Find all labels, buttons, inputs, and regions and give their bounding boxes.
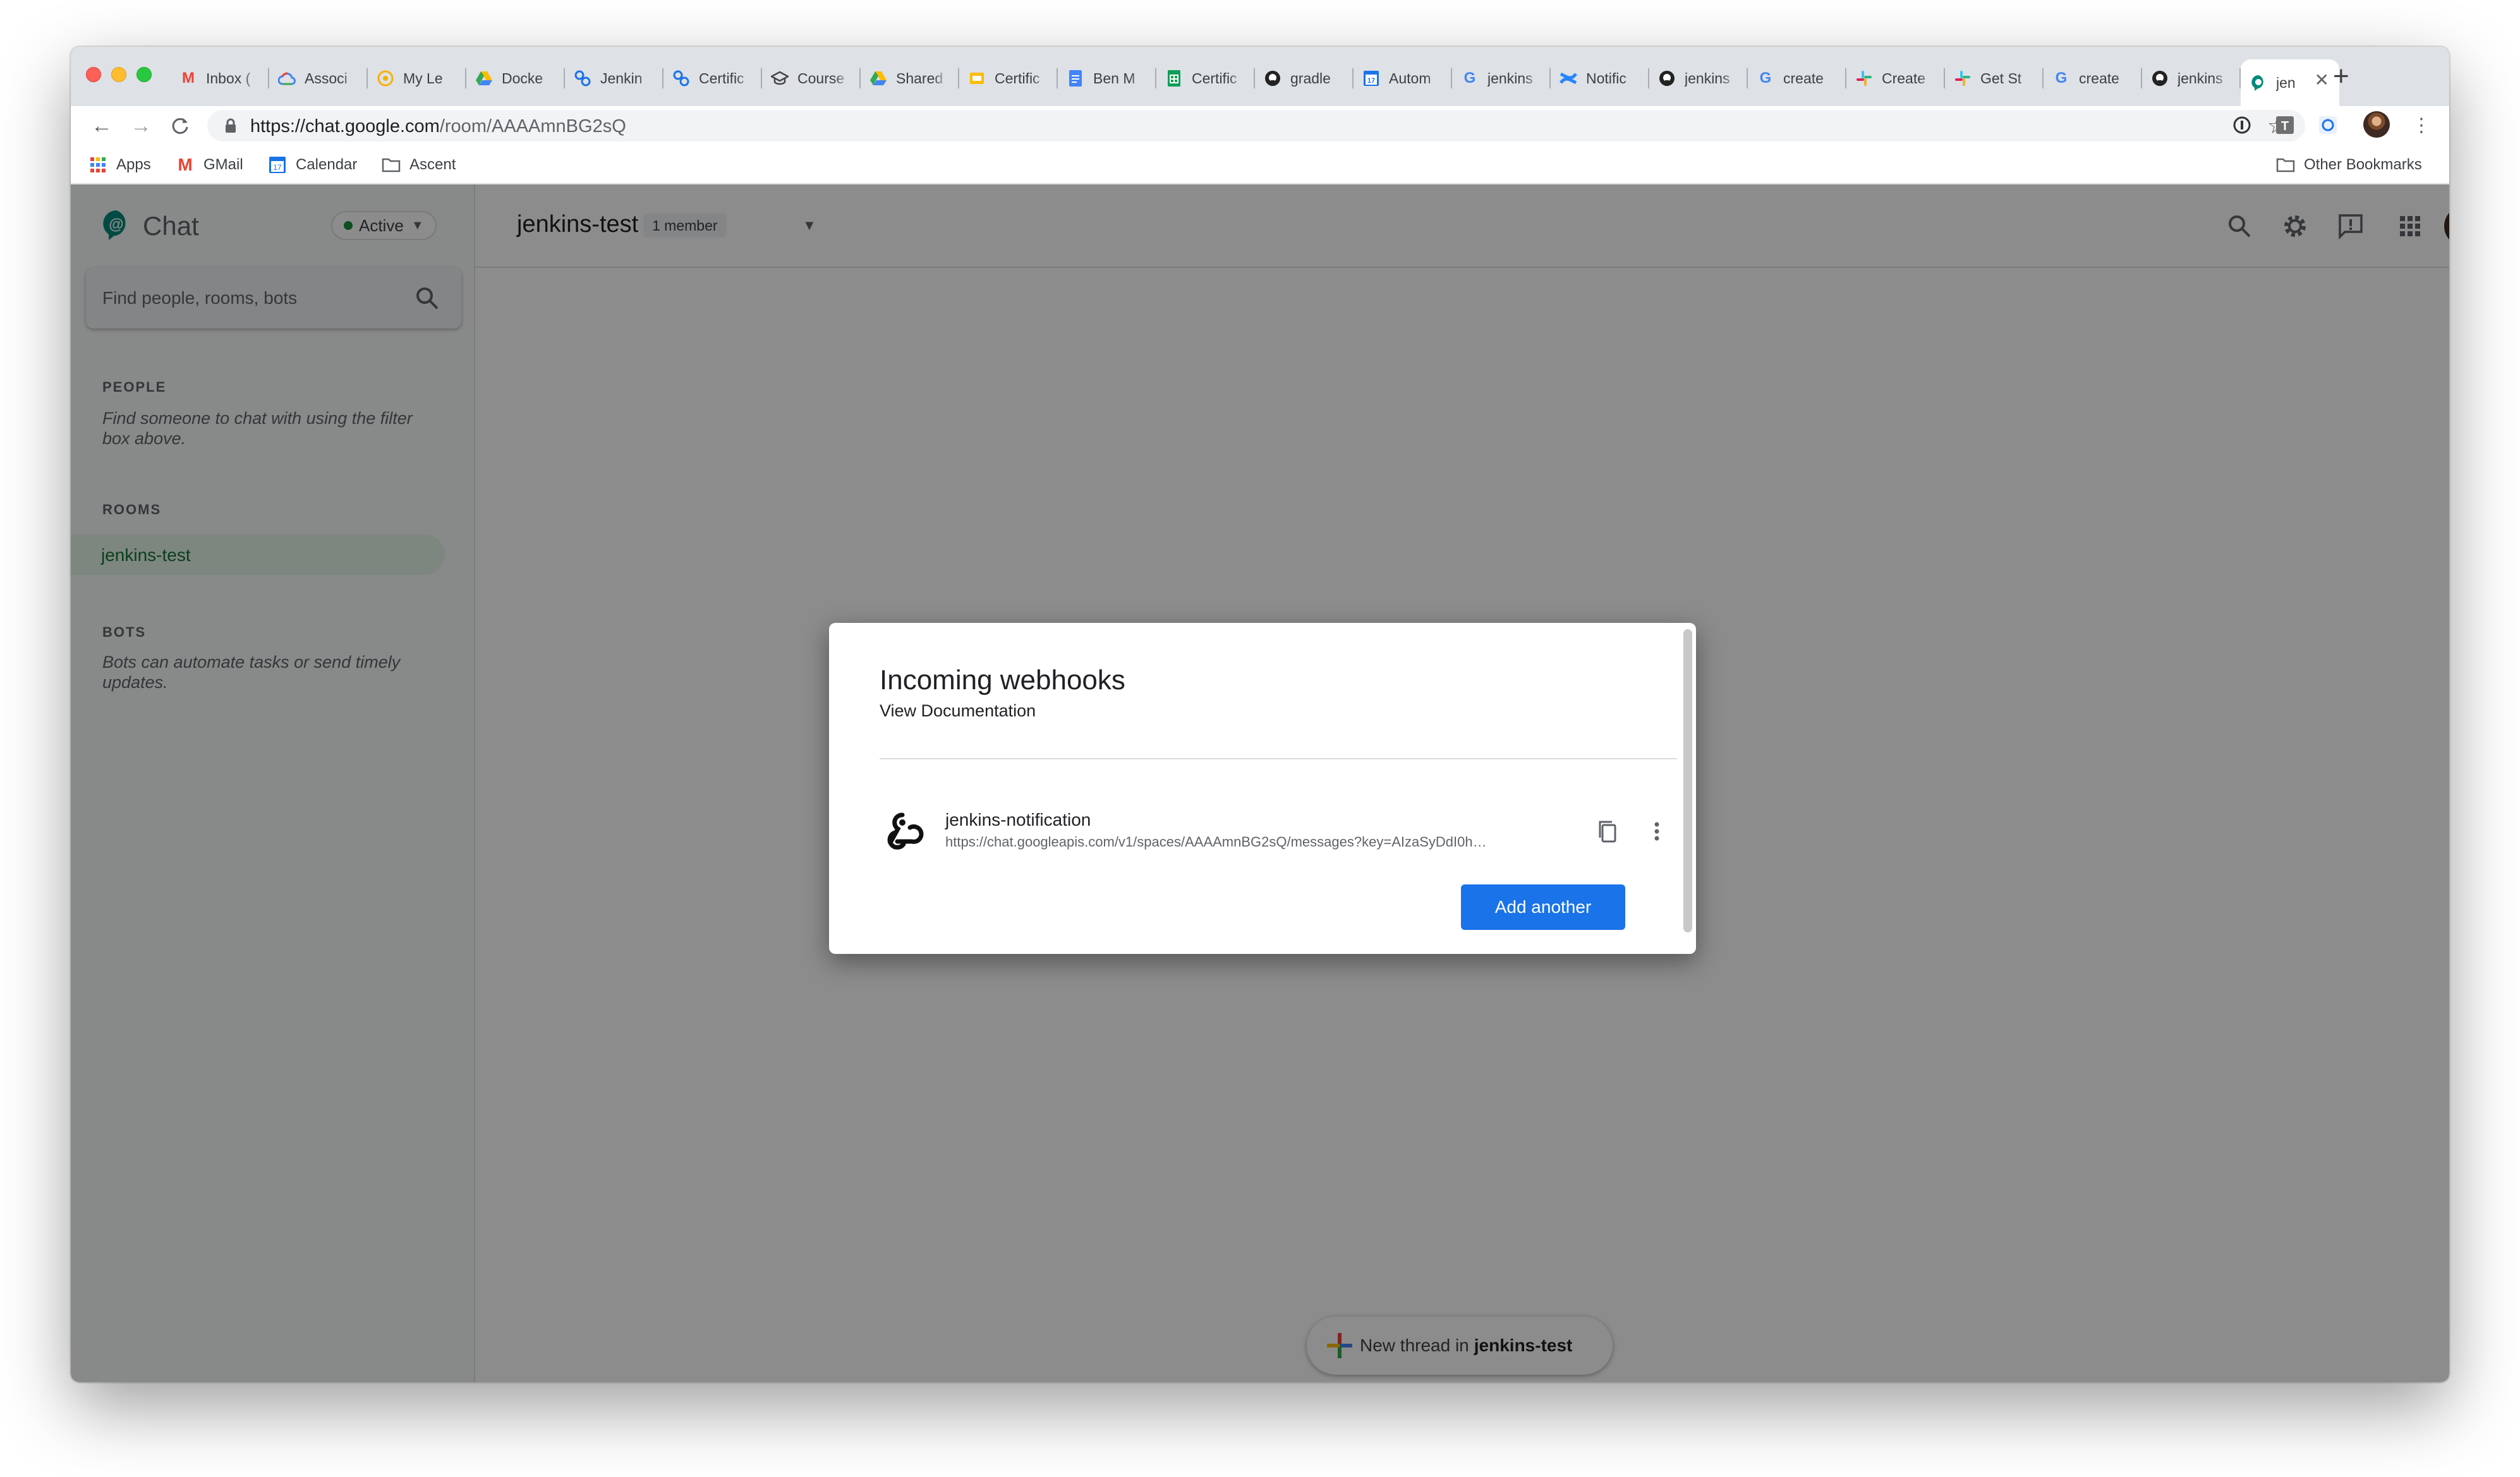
- lock-icon: [226, 118, 236, 133]
- google-chat-icon: [2250, 74, 2267, 92]
- copy-icon[interactable]: [1595, 819, 1620, 844]
- tab-list: M Inbox ( Associ My Le Docke Jenkin Certi…: [171, 59, 2339, 106]
- browser-tab[interactable]: Jenkin: [565, 59, 663, 97]
- browser-profile-avatar[interactable]: [2363, 111, 2390, 138]
- browser-tab[interactable]: Shared: [861, 59, 959, 97]
- browser-tab-active[interactable]: jen ✕: [2241, 59, 2339, 106]
- browser-tab[interactable]: Certific: [663, 59, 762, 97]
- webhook-icon: [887, 812, 924, 850]
- slack-icon: [1855, 69, 1873, 87]
- browser-tab[interactable]: Ben M: [1058, 59, 1156, 97]
- link-icon: [672, 69, 690, 87]
- tab-strip: M Inbox ( Associ My Le Docke Jenkin Certi…: [71, 47, 2449, 106]
- gmail-icon: M: [178, 155, 193, 174]
- back-icon[interactable]: ←: [88, 112, 115, 139]
- sheets-icon: [1165, 69, 1183, 87]
- svg-text:T: T: [2281, 119, 2289, 133]
- browser-tab[interactable]: Gcreate: [1748, 59, 1846, 97]
- github-icon: [1658, 69, 1676, 87]
- google-icon: G: [1759, 69, 1772, 87]
- webhook-url: https://chat.googleapis.com/v1/spaces/AA…: [945, 834, 1495, 850]
- browser-tab[interactable]: Gcreate: [2044, 59, 2142, 97]
- browser-toolbar: ← → https://chat.google.com/room/AAAAmnB…: [71, 106, 2449, 145]
- bookmark-folder-ascent[interactable]: Ascent: [382, 154, 456, 176]
- browser-tab[interactable]: M Inbox (: [171, 59, 269, 97]
- extension-t-icon[interactable]: T: [2272, 112, 2298, 138]
- url-text: https://chat.google.com/room/AAAAmnBG2sQ: [250, 116, 626, 136]
- browser-tab[interactable]: Create: [1846, 59, 1945, 97]
- svg-text:17: 17: [273, 163, 282, 172]
- other-bookmarks[interactable]: Other Bookmarks: [2276, 154, 2422, 176]
- confluence-icon: [1560, 69, 1577, 87]
- webhook-name: jenkins-notification: [945, 810, 1091, 829]
- browser-tab[interactable]: My Le: [368, 59, 466, 97]
- browser-tab[interactable]: Docke: [466, 59, 565, 97]
- dialog-title: Incoming webhooks: [880, 665, 1125, 696]
- calendar-icon: 17: [268, 155, 287, 174]
- browser-tab[interactable]: Associ: [269, 59, 368, 97]
- bookmark-calendar[interactable]: 17 Calendar: [268, 154, 357, 176]
- bookmark-apps[interactable]: Apps: [88, 154, 151, 176]
- google-icon: G: [2055, 69, 2068, 87]
- divider: [880, 758, 1677, 759]
- slides-icon: [968, 69, 986, 87]
- drive-icon: [475, 69, 493, 87]
- dialog-scrollbar[interactable]: [1683, 629, 1692, 932]
- browser-tab[interactable]: Course: [762, 59, 861, 97]
- smile-icon: [377, 69, 394, 87]
- add-another-button[interactable]: Add another: [1461, 884, 1625, 930]
- google-icon: G: [1463, 69, 1476, 87]
- link-icon: [574, 69, 591, 87]
- docs-icon: [1067, 69, 1084, 87]
- maximize-window-button[interactable]: [136, 67, 152, 82]
- forward-icon[interactable]: →: [128, 112, 154, 139]
- calendar-icon: 17: [1362, 69, 1380, 87]
- extension-sync-icon[interactable]: [2315, 112, 2341, 138]
- graduation-cap-icon: [771, 69, 789, 87]
- browser-tab[interactable]: jenkins: [1649, 59, 1748, 97]
- folder-icon: [2276, 155, 2295, 174]
- github-icon: [2151, 69, 2169, 87]
- github-icon: [1264, 69, 1281, 87]
- bookmark-gmail[interactable]: M GMail: [176, 154, 243, 176]
- browser-tab[interactable]: Certific: [959, 59, 1058, 97]
- minimize-window-button[interactable]: [111, 67, 126, 82]
- close-window-button[interactable]: [86, 67, 101, 82]
- google-cloud-icon: [278, 69, 296, 87]
- browser-tab[interactable]: jenkins: [2142, 59, 2241, 97]
- svg-text:17: 17: [1367, 77, 1375, 85]
- browser-tab[interactable]: Notific: [1551, 59, 1649, 97]
- close-tab-icon[interactable]: ✕: [2315, 69, 2329, 90]
- apps-grid-icon: [88, 155, 107, 174]
- address-bar[interactable]: https://chat.google.com/room/AAAAmnBG2sQ…: [207, 110, 2305, 142]
- browser-tab[interactable]: gradle: [1255, 59, 1354, 97]
- password-manager-icon[interactable]: [2229, 112, 2255, 138]
- drive-icon: [869, 69, 887, 87]
- view-documentation-link[interactable]: View Documentation: [880, 701, 1036, 721]
- browser-tab[interactable]: Gjenkins: [1452, 59, 1551, 97]
- more-options-icon[interactable]: [1644, 819, 1669, 844]
- browser-tab[interactable]: Get St: [1945, 59, 2044, 97]
- folder-icon: [382, 155, 401, 174]
- bookmarks-bar: Apps M GMail 17 Calendar Ascent Other Bo…: [71, 145, 2449, 184]
- slack-icon: [1954, 69, 1972, 87]
- reload-icon[interactable]: [167, 112, 193, 139]
- browser-tab[interactable]: 17 Autom: [1354, 59, 1452, 97]
- browser-tab[interactable]: Certific: [1156, 59, 1255, 97]
- incoming-webhooks-dialog: Incoming webhooks View Documentation jen…: [829, 623, 1696, 954]
- new-tab-icon[interactable]: +: [2333, 61, 2349, 92]
- gmail-icon: M: [182, 69, 195, 87]
- browser-menu-icon[interactable]: ⋮: [2409, 112, 2434, 138]
- browser-window: M Inbox ( Associ My Le Docke Jenkin Certi…: [71, 47, 2449, 1382]
